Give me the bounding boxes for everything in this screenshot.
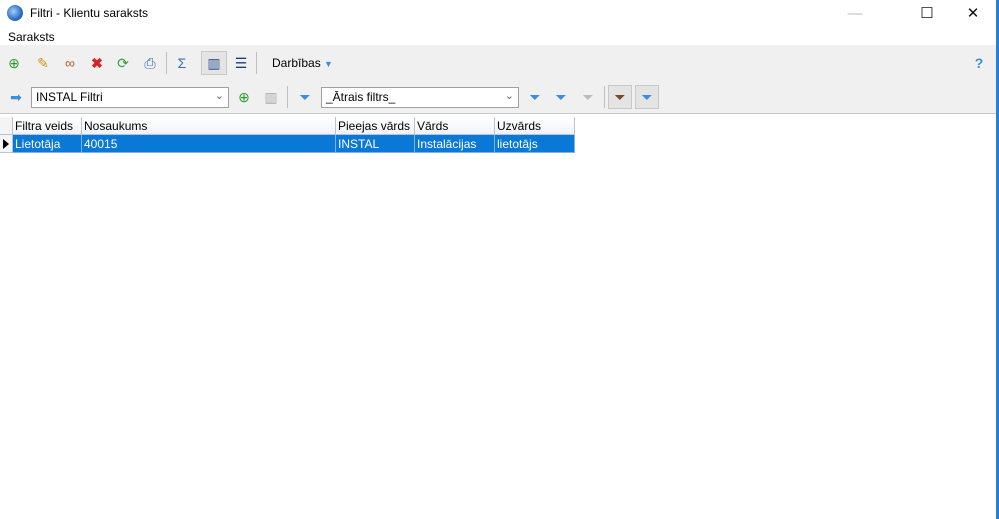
minimize-button[interactable]: — [832, 0, 878, 26]
separator [256, 52, 257, 74]
chevron-down-icon: ▼ [324, 59, 333, 69]
edit-icon[interactable]: ✎ [34, 54, 52, 72]
table-row[interactable]: Lietotāja 40015 INSTAL Instalācijas liet… [0, 135, 575, 153]
user-filter-icon: ⏷ [614, 89, 626, 105]
cell[interactable]: lietotājs [495, 135, 575, 153]
chevron-down-icon: ⌄ [504, 90, 514, 102]
column-header[interactable]: Filtra veids [13, 117, 82, 135]
quick-filter-select[interactable]: _Ātrais filtrs_ ⌄ [321, 87, 519, 108]
filter-query-icon: ⏷ [641, 89, 653, 105]
view-icon[interactable]: ∞ [61, 54, 79, 72]
filter-icon[interactable]: ⏷ [552, 88, 570, 106]
separator [604, 86, 605, 108]
grid-header: Filtra veids Nosaukums Pieejas vārds Vār… [0, 117, 575, 135]
row-indicator [0, 135, 13, 153]
add-filter-set-icon[interactable]: ⊕ [235, 88, 253, 106]
app-icon [7, 5, 23, 21]
close-button[interactable]: ✕ [950, 0, 996, 26]
apply-filter-set-icon[interactable]: ➡ [7, 88, 25, 106]
actions-label: Darbības [272, 56, 321, 70]
add-filter-icon[interactable]: ⏷ [526, 88, 544, 106]
chevron-down-icon: ⌄ [214, 90, 224, 102]
cell[interactable]: Lietotāja [13, 135, 82, 153]
quick-filter-value: _Ātrais filtrs_ [326, 90, 396, 104]
menu-saraksts[interactable]: Saraksts [8, 30, 55, 44]
menu-bar: Saraksts [0, 27, 996, 45]
help-icon[interactable]: ? [970, 54, 988, 72]
column-header[interactable]: Pieejas vārds [336, 117, 415, 135]
new-icon[interactable]: ⊕ [5, 54, 23, 72]
row-indicator-header [0, 117, 13, 135]
tree-icon[interactable]: ☰ [232, 54, 250, 72]
clear-filter-icon[interactable]: ⏷ [579, 88, 597, 106]
cell[interactable]: Instalācijas [415, 135, 495, 153]
print-icon[interactable]: ⎙ [141, 54, 159, 72]
maximize-button[interactable]: ☐ [904, 0, 950, 26]
separator [166, 52, 167, 74]
column-header[interactable]: Vārds [415, 117, 495, 135]
refresh-icon[interactable]: ⟳ [114, 54, 132, 72]
filter-set-list-icon[interactable]: ▥ [262, 88, 280, 106]
cell[interactable]: INSTAL [336, 135, 415, 153]
window-title: Filtri - Klientu saraksts [30, 6, 149, 20]
sum-icon[interactable]: Σ [173, 54, 191, 72]
separator [287, 86, 288, 108]
cell[interactable]: 40015 [82, 135, 336, 153]
filter-toolbar: ➡ INSTAL Filtri ⌄ ⊕ ▥ ⏷ _Ātrais filtrs_ ⌄ … [0, 80, 996, 114]
main-toolbar: ⊕ ✎ ∞ ✖ ⟳ ⎙ Σ ▥ ☰ Darbības ▼ ? [0, 45, 996, 80]
delete-icon[interactable]: ✖ [88, 54, 106, 72]
column-header[interactable]: Nosaukums [82, 117, 336, 135]
filter-set-select[interactable]: INSTAL Filtri ⌄ [31, 87, 229, 108]
filter-set-value: INSTAL Filtri [36, 90, 103, 104]
actions-menu-button[interactable]: Darbības ▼ [272, 56, 333, 70]
current-row-arrow-icon [3, 139, 9, 149]
column-header[interactable]: Uzvārds [495, 117, 575, 135]
columns-icon: ▥ [207, 55, 221, 71]
edit-filter-icon[interactable]: ⏷ [296, 88, 314, 106]
